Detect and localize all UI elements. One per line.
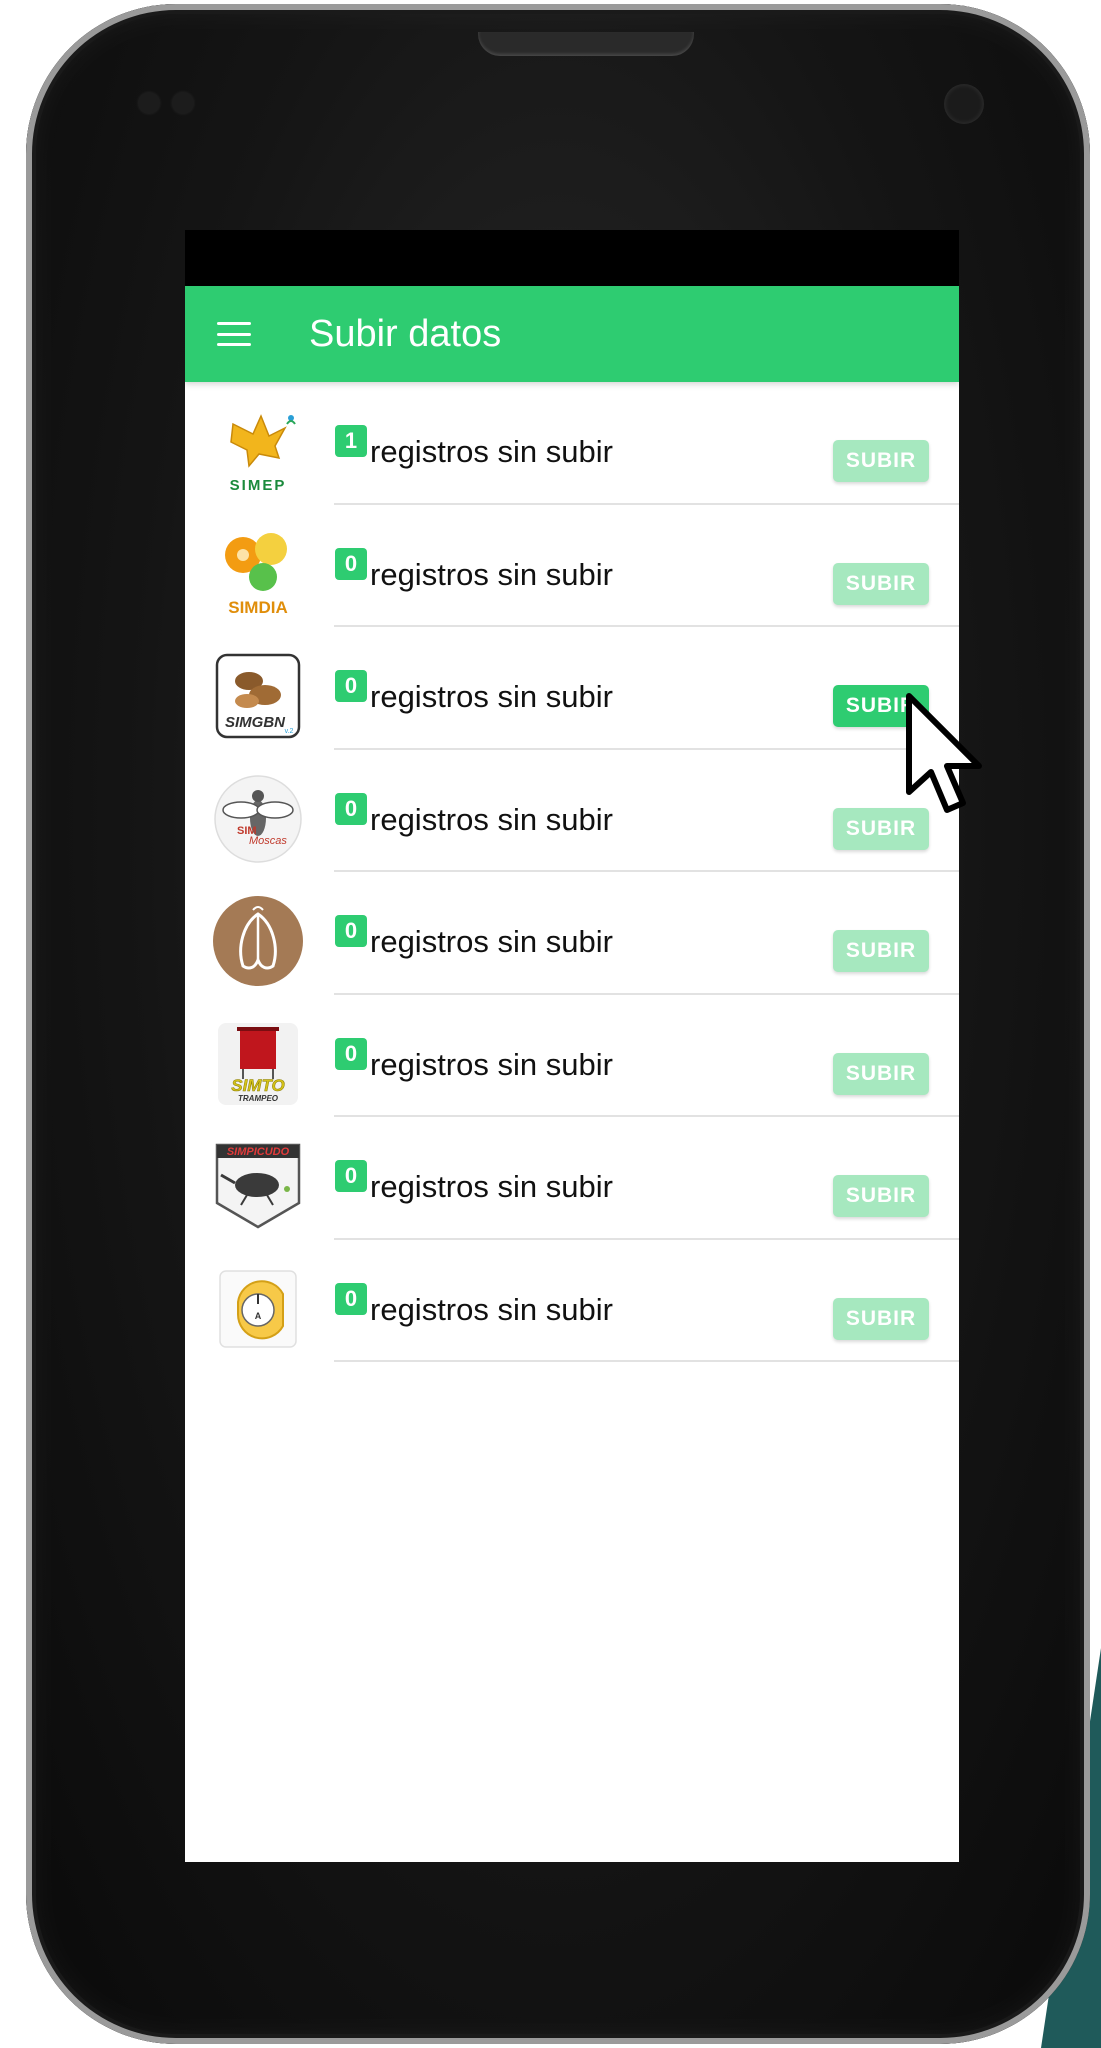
hamburger-menu-icon[interactable]: [217, 322, 251, 346]
svg-text:SIMTO: SIMTO: [231, 1076, 285, 1095]
status-bar: [185, 230, 959, 286]
pending-count-badge: 0: [335, 915, 367, 947]
sim-moscas-logo-icon: SIM Moscas: [213, 774, 303, 864]
mouse-pointer-icon: [906, 693, 982, 813]
simep-logo-icon: SIMEP: [213, 406, 303, 496]
list-item-simep: SIMEP 1 registros sin subir SUBIR: [185, 382, 959, 505]
pending-count-badge: 0: [335, 1037, 367, 1070]
simpicudo-logo-icon: SIMPICUDO: [213, 1141, 303, 1231]
list-item-moth: 0 registros sin subir SUBIR: [185, 872, 959, 995]
app-bar: Subir datos: [185, 286, 959, 382]
list-item-simto-trampeo: SIMTO TRAMPEO 0 registros sin subir SUBI…: [185, 995, 959, 1117]
phone-screen: Subir datos SIMEP 1 registros sin subir …: [185, 230, 959, 1862]
upload-list: SIMEP 1 registros sin subir SUBIR SIMDIA…: [185, 382, 959, 1362]
front-camera: [944, 84, 984, 124]
svg-text:SIMEP: SIMEP: [230, 477, 287, 494]
moth-logo-icon: [213, 896, 303, 986]
list-item-simdia: SIMDIA 0 registros sin subir SUBIR: [185, 505, 959, 627]
simdia-logo-icon: SIMDIA: [213, 529, 303, 619]
svg-text:Moscas: Moscas: [249, 835, 287, 847]
subir-button-trap[interactable]: SUBIR: [833, 1297, 929, 1340]
list-item-trap: A 0 registros sin subir SUBIR: [185, 1240, 959, 1362]
subir-button-simdia[interactable]: SUBIR: [833, 562, 929, 605]
pending-records-label: registros sin subir: [370, 679, 613, 714]
pending-records-label: registros sin subir: [370, 924, 613, 959]
pending-count-badge: 1: [335, 425, 367, 457]
svg-text:SIMDIA: SIMDIA: [228, 598, 288, 617]
proximity-sensor: [138, 92, 160, 114]
speaker-grille: [478, 32, 694, 56]
light-sensor: [172, 92, 194, 114]
pending-records-label: registros sin subir: [370, 434, 613, 469]
pending-count-badge: 0: [335, 547, 367, 580]
pending-records-label: registros sin subir: [370, 556, 613, 592]
svg-text:SIMPICUDO: SIMPICUDO: [227, 1146, 290, 1158]
page-title: Subir datos: [309, 312, 502, 355]
pending-records-label: registros sin subir: [370, 801, 613, 837]
simto-trampeo-logo-icon: SIMTO TRAMPEO: [213, 1019, 303, 1109]
subir-button-simto-trampeo[interactable]: SUBIR: [833, 1052, 929, 1095]
list-item-sim-moscas: SIM Moscas 0 registros sin subir SUBIR: [185, 750, 959, 872]
subir-button-simep[interactable]: SUBIR: [833, 440, 929, 482]
subir-button-moth[interactable]: SUBIR: [833, 930, 929, 972]
pending-records-label: registros sin subir: [370, 1169, 613, 1204]
svg-text:SIMGBN: SIMGBN: [225, 714, 286, 731]
list-item-simpicudo: SIMPICUDO 0 registros sin subir SUBIR: [185, 1117, 959, 1240]
subir-button-simpicudo[interactable]: SUBIR: [833, 1175, 929, 1217]
svg-text:TRAMPEO: TRAMPEO: [238, 1094, 279, 1103]
simgbn-logo-icon: SIMGBN v.2: [213, 651, 303, 741]
pending-count-badge: 0: [335, 670, 367, 702]
pending-count-badge: 0: [335, 1160, 367, 1192]
trap-logo-icon: A: [213, 1264, 303, 1354]
divider: [334, 1360, 959, 1362]
list-item-simgbn: SIMGBN v.2 0 registros sin subir SUBIR: [185, 627, 959, 750]
svg-text:A: A: [255, 1311, 262, 1321]
svg-text:v.2: v.2: [285, 728, 294, 735]
pending-count-badge: 0: [335, 1282, 367, 1315]
pending-count-badge: 0: [335, 792, 367, 825]
pending-records-label: registros sin subir: [370, 1291, 613, 1327]
pending-records-label: registros sin subir: [370, 1046, 613, 1082]
